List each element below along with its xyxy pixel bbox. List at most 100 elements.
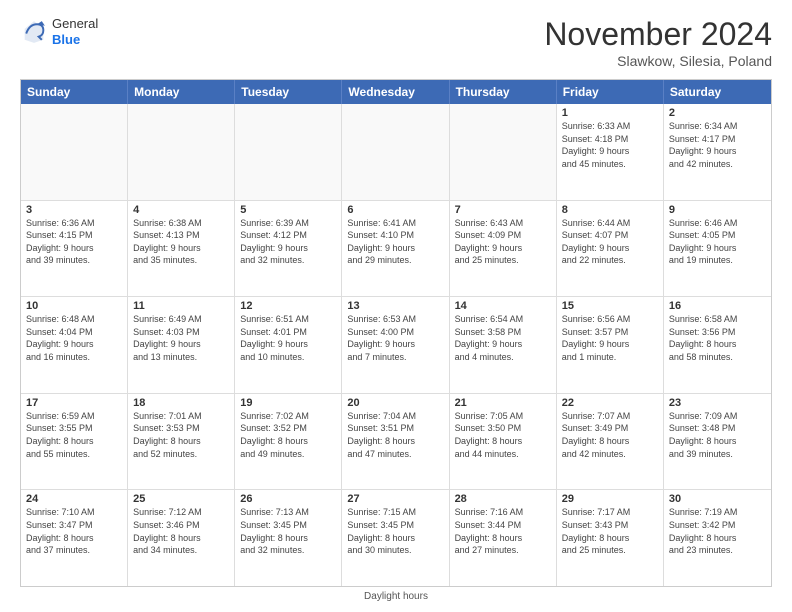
day-cell-15: 15Sunrise: 6:56 AM Sunset: 3:57 PM Dayli… xyxy=(557,297,664,393)
day-number-22: 22 xyxy=(562,397,658,409)
week-row-3: 10Sunrise: 6:48 AM Sunset: 4:04 PM Dayli… xyxy=(21,297,771,394)
day-number-18: 18 xyxy=(133,397,229,409)
day-number-6: 6 xyxy=(347,204,443,216)
day-cell-10: 10Sunrise: 6:48 AM Sunset: 4:04 PM Dayli… xyxy=(21,297,128,393)
day-cell-6: 6Sunrise: 6:41 AM Sunset: 4:10 PM Daylig… xyxy=(342,201,449,297)
day-info-18: Sunrise: 7:01 AM Sunset: 3:53 PM Dayligh… xyxy=(133,410,229,460)
page: General Blue November 2024 Slawkow, Sile… xyxy=(0,0,792,612)
day-info-12: Sunrise: 6:51 AM Sunset: 4:01 PM Dayligh… xyxy=(240,313,336,363)
day-info-4: Sunrise: 6:38 AM Sunset: 4:13 PM Dayligh… xyxy=(133,217,229,267)
header-wednesday: Wednesday xyxy=(342,80,449,104)
title-block: November 2024 Slawkow, Silesia, Poland xyxy=(544,16,772,69)
header-monday: Monday xyxy=(128,80,235,104)
day-cell-11: 11Sunrise: 6:49 AM Sunset: 4:03 PM Dayli… xyxy=(128,297,235,393)
day-number-11: 11 xyxy=(133,300,229,312)
day-info-10: Sunrise: 6:48 AM Sunset: 4:04 PM Dayligh… xyxy=(26,313,122,363)
day-cell-16: 16Sunrise: 6:58 AM Sunset: 3:56 PM Dayli… xyxy=(664,297,771,393)
day-info-17: Sunrise: 6:59 AM Sunset: 3:55 PM Dayligh… xyxy=(26,410,122,460)
day-number-20: 20 xyxy=(347,397,443,409)
day-number-4: 4 xyxy=(133,204,229,216)
day-cell-28: 28Sunrise: 7:16 AM Sunset: 3:44 PM Dayli… xyxy=(450,490,557,586)
footer-note: Daylight hours xyxy=(20,591,772,602)
day-cell-4: 4Sunrise: 6:38 AM Sunset: 4:13 PM Daylig… xyxy=(128,201,235,297)
day-cell-30: 30Sunrise: 7:19 AM Sunset: 3:42 PM Dayli… xyxy=(664,490,771,586)
empty-cell-0-0 xyxy=(21,104,128,200)
empty-cell-0-4 xyxy=(450,104,557,200)
day-number-1: 1 xyxy=(562,107,658,119)
day-cell-2: 2Sunrise: 6:34 AM Sunset: 4:17 PM Daylig… xyxy=(664,104,771,200)
day-cell-21: 21Sunrise: 7:05 AM Sunset: 3:50 PM Dayli… xyxy=(450,394,557,490)
logo-general: General xyxy=(52,16,98,32)
day-number-27: 27 xyxy=(347,493,443,505)
day-number-24: 24 xyxy=(26,493,122,505)
header-saturday: Saturday xyxy=(664,80,771,104)
day-info-20: Sunrise: 7:04 AM Sunset: 3:51 PM Dayligh… xyxy=(347,410,443,460)
day-info-14: Sunrise: 6:54 AM Sunset: 3:58 PM Dayligh… xyxy=(455,313,551,363)
day-info-27: Sunrise: 7:15 AM Sunset: 3:45 PM Dayligh… xyxy=(347,506,443,556)
day-info-26: Sunrise: 7:13 AM Sunset: 3:45 PM Dayligh… xyxy=(240,506,336,556)
day-number-21: 21 xyxy=(455,397,551,409)
day-info-6: Sunrise: 6:41 AM Sunset: 4:10 PM Dayligh… xyxy=(347,217,443,267)
day-number-14: 14 xyxy=(455,300,551,312)
day-number-17: 17 xyxy=(26,397,122,409)
day-number-15: 15 xyxy=(562,300,658,312)
week-row-2: 3Sunrise: 6:36 AM Sunset: 4:15 PM Daylig… xyxy=(21,201,771,298)
day-number-23: 23 xyxy=(669,397,766,409)
calendar-body: 1Sunrise: 6:33 AM Sunset: 4:18 PM Daylig… xyxy=(21,104,771,586)
day-info-24: Sunrise: 7:10 AM Sunset: 3:47 PM Dayligh… xyxy=(26,506,122,556)
day-cell-26: 26Sunrise: 7:13 AM Sunset: 3:45 PM Dayli… xyxy=(235,490,342,586)
day-cell-29: 29Sunrise: 7:17 AM Sunset: 3:43 PM Dayli… xyxy=(557,490,664,586)
day-info-3: Sunrise: 6:36 AM Sunset: 4:15 PM Dayligh… xyxy=(26,217,122,267)
day-info-28: Sunrise: 7:16 AM Sunset: 3:44 PM Dayligh… xyxy=(455,506,551,556)
day-info-7: Sunrise: 6:43 AM Sunset: 4:09 PM Dayligh… xyxy=(455,217,551,267)
day-info-16: Sunrise: 6:58 AM Sunset: 3:56 PM Dayligh… xyxy=(669,313,766,363)
calendar-header: SundayMondayTuesdayWednesdayThursdayFrid… xyxy=(21,80,771,104)
week-row-4: 17Sunrise: 6:59 AM Sunset: 3:55 PM Dayli… xyxy=(21,394,771,491)
day-info-13: Sunrise: 6:53 AM Sunset: 4:00 PM Dayligh… xyxy=(347,313,443,363)
empty-cell-0-2 xyxy=(235,104,342,200)
month-title: November 2024 xyxy=(544,16,772,53)
day-cell-7: 7Sunrise: 6:43 AM Sunset: 4:09 PM Daylig… xyxy=(450,201,557,297)
day-cell-3: 3Sunrise: 6:36 AM Sunset: 4:15 PM Daylig… xyxy=(21,201,128,297)
day-cell-22: 22Sunrise: 7:07 AM Sunset: 3:49 PM Dayli… xyxy=(557,394,664,490)
day-number-10: 10 xyxy=(26,300,122,312)
day-info-9: Sunrise: 6:46 AM Sunset: 4:05 PM Dayligh… xyxy=(669,217,766,267)
logo-text: General Blue xyxy=(52,16,98,47)
day-number-3: 3 xyxy=(26,204,122,216)
day-number-8: 8 xyxy=(562,204,658,216)
header-friday: Friday xyxy=(557,80,664,104)
day-number-28: 28 xyxy=(455,493,551,505)
day-info-5: Sunrise: 6:39 AM Sunset: 4:12 PM Dayligh… xyxy=(240,217,336,267)
header-thursday: Thursday xyxy=(450,80,557,104)
day-info-30: Sunrise: 7:19 AM Sunset: 3:42 PM Dayligh… xyxy=(669,506,766,556)
day-cell-1: 1Sunrise: 6:33 AM Sunset: 4:18 PM Daylig… xyxy=(557,104,664,200)
day-cell-14: 14Sunrise: 6:54 AM Sunset: 3:58 PM Dayli… xyxy=(450,297,557,393)
day-info-25: Sunrise: 7:12 AM Sunset: 3:46 PM Dayligh… xyxy=(133,506,229,556)
day-info-1: Sunrise: 6:33 AM Sunset: 4:18 PM Dayligh… xyxy=(562,120,658,170)
header-tuesday: Tuesday xyxy=(235,80,342,104)
day-number-13: 13 xyxy=(347,300,443,312)
day-number-25: 25 xyxy=(133,493,229,505)
day-number-9: 9 xyxy=(669,204,766,216)
day-number-2: 2 xyxy=(669,107,766,119)
day-cell-25: 25Sunrise: 7:12 AM Sunset: 3:46 PM Dayli… xyxy=(128,490,235,586)
day-info-19: Sunrise: 7:02 AM Sunset: 3:52 PM Dayligh… xyxy=(240,410,336,460)
day-number-26: 26 xyxy=(240,493,336,505)
day-info-21: Sunrise: 7:05 AM Sunset: 3:50 PM Dayligh… xyxy=(455,410,551,460)
day-number-30: 30 xyxy=(669,493,766,505)
header-sunday: Sunday xyxy=(21,80,128,104)
day-cell-12: 12Sunrise: 6:51 AM Sunset: 4:01 PM Dayli… xyxy=(235,297,342,393)
day-cell-18: 18Sunrise: 7:01 AM Sunset: 3:53 PM Dayli… xyxy=(128,394,235,490)
day-info-23: Sunrise: 7:09 AM Sunset: 3:48 PM Dayligh… xyxy=(669,410,766,460)
day-cell-13: 13Sunrise: 6:53 AM Sunset: 4:00 PM Dayli… xyxy=(342,297,449,393)
day-number-29: 29 xyxy=(562,493,658,505)
day-cell-9: 9Sunrise: 6:46 AM Sunset: 4:05 PM Daylig… xyxy=(664,201,771,297)
day-number-7: 7 xyxy=(455,204,551,216)
day-info-8: Sunrise: 6:44 AM Sunset: 4:07 PM Dayligh… xyxy=(562,217,658,267)
day-info-11: Sunrise: 6:49 AM Sunset: 4:03 PM Dayligh… xyxy=(133,313,229,363)
logo: General Blue xyxy=(20,16,98,47)
week-row-1: 1Sunrise: 6:33 AM Sunset: 4:18 PM Daylig… xyxy=(21,104,771,201)
day-cell-24: 24Sunrise: 7:10 AM Sunset: 3:47 PM Dayli… xyxy=(21,490,128,586)
day-number-19: 19 xyxy=(240,397,336,409)
day-cell-20: 20Sunrise: 7:04 AM Sunset: 3:51 PM Dayli… xyxy=(342,394,449,490)
